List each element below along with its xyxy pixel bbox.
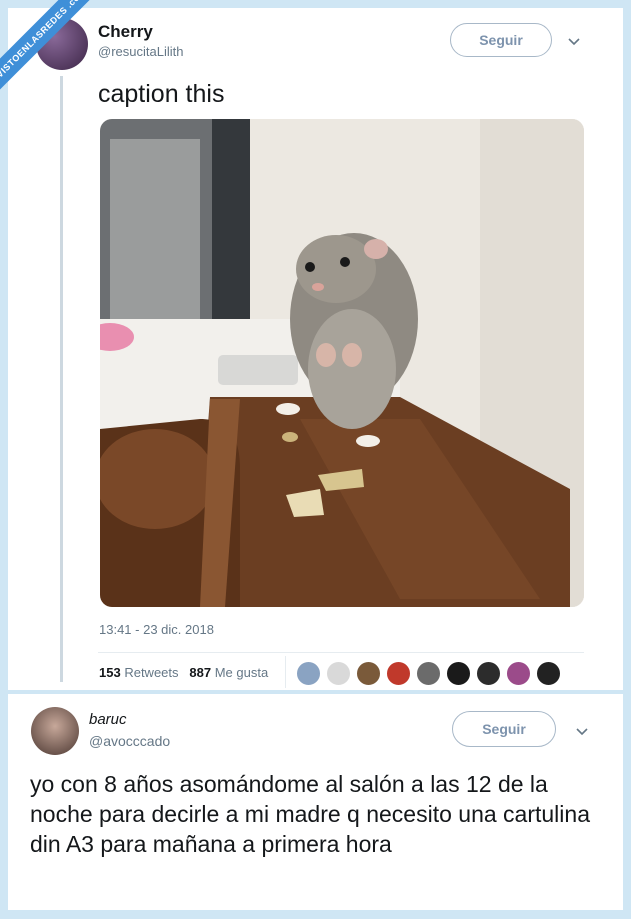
author-name[interactable]: baruc bbox=[89, 711, 127, 728]
follow-button[interactable]: Seguir bbox=[452, 711, 556, 747]
likes-label[interactable]: Me gusta bbox=[215, 665, 268, 680]
liker-avatar[interactable] bbox=[446, 661, 471, 686]
author-handle[interactable]: @avocccado bbox=[89, 733, 170, 749]
avatar[interactable] bbox=[31, 707, 79, 755]
author-handle[interactable]: @resucitaLilith bbox=[98, 44, 183, 59]
tweet-stats: 153 Retweets 887 Me gusta bbox=[99, 665, 268, 680]
liker-avatar[interactable] bbox=[506, 661, 531, 686]
liker-avatar[interactable] bbox=[356, 661, 381, 686]
liker-avatars bbox=[296, 661, 566, 686]
chevron-down-icon[interactable] bbox=[568, 33, 580, 49]
retweets-label[interactable]: Retweets bbox=[124, 665, 178, 680]
liker-avatar[interactable] bbox=[536, 661, 561, 686]
liker-avatar[interactable] bbox=[386, 661, 411, 686]
follow-button[interactable]: Seguir bbox=[450, 23, 552, 57]
liker-avatar[interactable] bbox=[296, 661, 321, 686]
liker-avatar[interactable] bbox=[326, 661, 351, 686]
liker-avatar[interactable] bbox=[476, 661, 501, 686]
tweet-photo[interactable] bbox=[100, 119, 584, 607]
thread-line bbox=[60, 76, 63, 682]
stats-divider bbox=[285, 656, 286, 688]
chevron-down-icon[interactable] bbox=[576, 723, 588, 739]
likes-count[interactable]: 887 bbox=[189, 665, 211, 680]
tweet-text: yo con 8 años asomándome al salón a las … bbox=[30, 771, 590, 857]
hamster-photo bbox=[100, 119, 584, 607]
liker-avatar[interactable] bbox=[416, 661, 441, 686]
tweet-text: caption this bbox=[98, 80, 225, 108]
tweet-timestamp[interactable]: 13:41 - 23 dic. 2018 bbox=[99, 622, 214, 637]
author-name[interactable]: Cherry bbox=[98, 22, 153, 42]
retweets-count[interactable]: 153 bbox=[99, 665, 121, 680]
divider bbox=[98, 652, 584, 653]
